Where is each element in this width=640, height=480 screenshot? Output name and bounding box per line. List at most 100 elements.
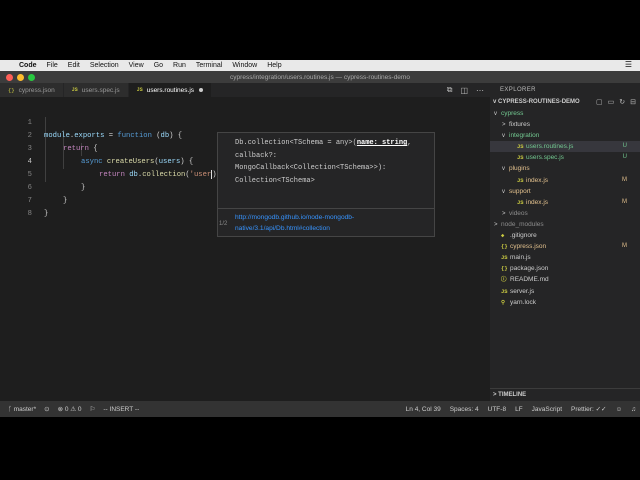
workspace-section[interactable]: v CYPRESS-ROUTINES-DEMO ▢ ▭ ↻ ⊟ — [490, 97, 640, 108]
explorer-sidebar: EXPLORER v CYPRESS-ROUTINES-DEMO ▢ ▭ ↻ ⊟ vc… — [490, 83, 640, 401]
open-changes-icon[interactable]: ⧉ — [447, 85, 453, 95]
explorer-item[interactable]: JS users.spec.js U — [490, 152, 640, 163]
tab-label: users.routines.js — [146, 86, 195, 94]
explorer-header: EXPLORER — [500, 87, 536, 93]
refresh-icon[interactable]: ↻ — [619, 99, 625, 106]
branch-indicator[interactable]: ᚴ master* — [8, 406, 36, 413]
explorer-item-label: cypress — [501, 110, 524, 117]
menu-go[interactable]: Go — [154, 62, 163, 69]
active-parameter: name: string — [356, 139, 408, 147]
bell-icon[interactable]: ♫ — [631, 406, 636, 413]
mac-menubar: Code File Edit Selection View Go Run Ter… — [0, 60, 640, 71]
status-bar: ᚴ master* ⊙ ⊗ 0 ⚠ 0 ⚐ -- INSERT -- Ln 4,… — [0, 401, 640, 417]
split-editor-icon[interactable]: ◫ — [460, 86, 468, 95]
encoding[interactable]: UTF-8 — [488, 406, 506, 413]
tab-bar: {} cypress.json JS users.spec.js JS user… — [0, 83, 490, 97]
explorer-item-label: fixtures — [509, 121, 530, 129]
file-type-icon: ◆ — [501, 232, 505, 240]
list-icon[interactable]: ☰ — [625, 60, 632, 69]
git-status-badge: M — [622, 176, 627, 183]
explorer-item[interactable]: ◆ .gitignore — [490, 230, 640, 241]
explorer-item[interactable]: JS index.js M — [490, 175, 640, 186]
explorer-item[interactable]: > fixtures — [490, 119, 640, 130]
file-type-icon: JS — [517, 176, 524, 184]
explorer-item[interactable]: JS index.js M — [490, 197, 640, 208]
menu-help[interactable]: Help — [267, 62, 281, 69]
menu-app-code[interactable]: Code — [19, 62, 37, 69]
explorer-item[interactable]: v support — [490, 186, 640, 197]
tab-label: cypress.json — [18, 86, 55, 94]
signature-text: Db.collection<TSchema = any>(name: strin… — [235, 139, 412, 185]
line-ending[interactable]: LF — [515, 406, 523, 413]
problems-indicator[interactable]: ⊗ 0 ⚠ 0 — [58, 405, 82, 413]
explorer-item[interactable]: v cypress — [490, 108, 640, 119]
tab-users-spec[interactable]: JS users.spec.js — [63, 83, 129, 97]
explorer-item-label: README.md — [510, 276, 549, 284]
tab-users-routines[interactable]: JS users.routines.js — [128, 83, 213, 97]
signature-help-popup: Db.collection<TSchema = any>(name: strin… — [217, 132, 435, 237]
git-status-badge: M — [622, 243, 627, 250]
file-type-icon: JS — [501, 287, 508, 295]
more-actions-icon[interactable]: ⋯ — [476, 86, 484, 95]
menu-terminal[interactable]: Terminal — [196, 62, 222, 69]
window-title: cypress/integration/users.routines.js — … — [230, 73, 410, 81]
explorer-item-label: cypress.json — [510, 243, 547, 251]
file-type-icon: {} — [501, 243, 508, 251]
menu-window[interactable]: Window — [232, 62, 257, 69]
menu-run[interactable]: Run — [173, 62, 186, 69]
docs-link[interactable]: http://mongodb.github.io/node-mongodb- n… — [235, 212, 431, 234]
prettier-status[interactable]: Prettier: ✓✓ — [571, 405, 606, 413]
window-titlebar: cypress/integration/users.routines.js — … — [0, 71, 640, 83]
explorer-item[interactable]: JS server.js — [490, 286, 640, 297]
explorer-item-label: node_modules — [501, 220, 544, 228]
unsaved-dot-icon[interactable] — [199, 88, 204, 92]
explorer-item-label: integration — [509, 132, 540, 140]
overload-counter[interactable]: 1/2 — [219, 221, 227, 227]
explorer-item[interactable]: ⓘ README.md — [490, 274, 640, 285]
explorer-item[interactable]: JS users.routines.js U — [490, 141, 640, 153]
divider — [218, 208, 434, 209]
tab-cypress-json[interactable]: {} cypress.json — [0, 83, 64, 97]
cursor-position[interactable]: Ln 4, Col 39 — [406, 406, 441, 413]
explorer-item-label: users.spec.js — [526, 154, 564, 162]
menu-file[interactable]: File — [47, 62, 58, 69]
code-line: 1 module.exports = function (db) { — [0, 104, 490, 140]
new-folder-icon[interactable]: ▭ — [608, 99, 615, 106]
explorer-item[interactable]: {} cypress.json M — [490, 241, 640, 252]
timeline-section[interactable]: > TIMELINE — [490, 388, 640, 401]
explorer-item-label: videos — [509, 209, 528, 217]
git-status-badge: U — [622, 154, 627, 161]
language-mode[interactable]: JavaScript — [532, 406, 562, 413]
explorer-item[interactable]: JS main.js — [490, 252, 640, 263]
explorer-item[interactable]: v integration — [490, 130, 640, 141]
menu-view[interactable]: View — [129, 62, 144, 69]
menu-selection[interactable]: Selection — [90, 62, 119, 69]
explorer-item-label: index.js — [526, 198, 549, 206]
editor-area[interactable]: {} cypress.json JS users.spec.js JS user… — [0, 83, 490, 401]
indentation[interactable]: Spaces: 4 — [450, 406, 479, 413]
new-file-icon[interactable]: ▢ — [596, 99, 603, 106]
file-tree: v cypress > fixtures v integration JS users.rou… — [490, 108, 640, 308]
explorer-item[interactable]: ⚲ yarn.lock — [490, 297, 640, 308]
code-text: } — [44, 210, 49, 218]
error-icon: ⊗ — [57, 406, 65, 413]
menu-edit[interactable]: Edit — [68, 62, 80, 69]
explorer-item-label: .gitignore — [510, 232, 537, 240]
code-line: 2 return { — [0, 117, 490, 153]
broadcast-icon[interactable]: ⚐ — [90, 405, 96, 413]
vim-mode: -- INSERT -- — [103, 405, 140, 413]
explorer-item[interactable]: > node_modules — [490, 219, 640, 230]
collapse-all-icon[interactable]: ⊟ — [630, 99, 636, 106]
file-type-icon: JS — [517, 143, 524, 151]
feedback-icon[interactable]: ☺ — [615, 406, 622, 413]
sync-icon[interactable]: ⊙ — [44, 405, 49, 413]
explorer-item-label: index.js — [526, 176, 549, 184]
explorer-item[interactable]: v plugins — [490, 163, 640, 174]
explorer-item-label: package.json — [510, 265, 549, 273]
explorer-item[interactable]: {} package.json — [490, 263, 640, 274]
explorer-item-label: plugins — [509, 165, 530, 173]
screen: Code File Edit Selection View Go Run Ter… — [0, 60, 640, 417]
file-type-icon: {} — [501, 265, 508, 273]
explorer-item[interactable]: > videos — [490, 208, 640, 219]
file-type-icon: JS — [517, 154, 524, 162]
